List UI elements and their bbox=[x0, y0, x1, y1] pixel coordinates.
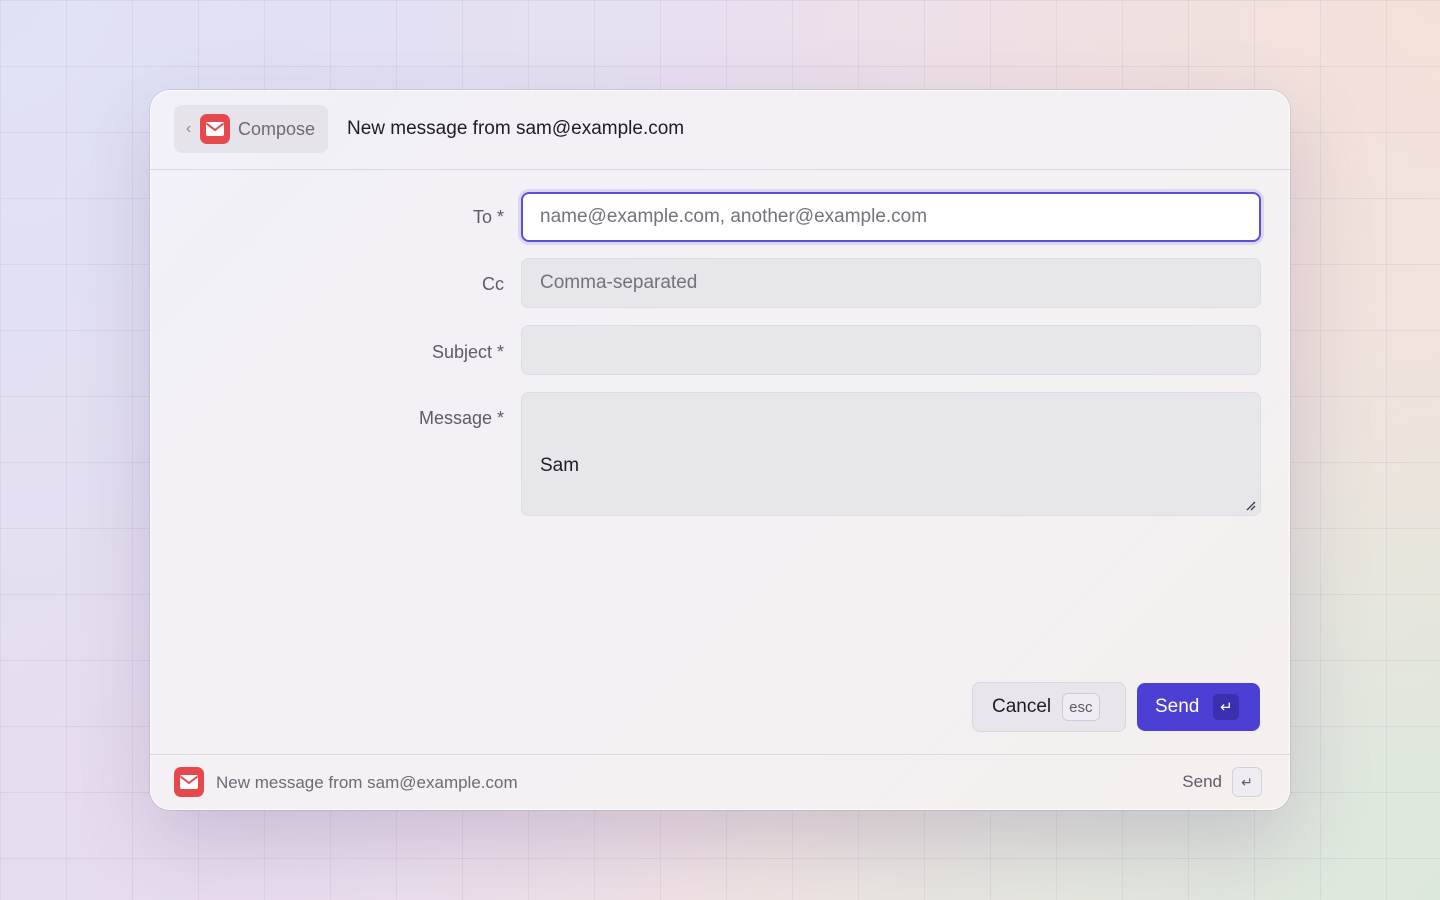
subject-input[interactable] bbox=[521, 325, 1261, 375]
cc-label: Cc bbox=[482, 274, 504, 294]
action-bar-send-button[interactable]: Send ↵ bbox=[1182, 767, 1262, 797]
cc-input[interactable]: Comma-separated bbox=[521, 258, 1261, 308]
action-bar-title: New message from sam@example.com bbox=[216, 773, 518, 792]
to-label: To * bbox=[472, 207, 504, 227]
compose-window: ‹ Compose New message from sam@example.c… bbox=[150, 90, 1290, 810]
to-input-placeholder: name@example.com, another@example.com bbox=[540, 206, 928, 227]
message-text: Sam bbox=[540, 455, 580, 476]
esc-shortcut-badge: esc bbox=[1062, 693, 1100, 721]
to-input[interactable]: name@example.com, another@example.com bbox=[521, 192, 1261, 242]
window-header: ‹ Compose New message from sam@example.c… bbox=[150, 90, 1290, 170]
enter-key-icon: ↵ bbox=[1213, 694, 1240, 720]
mail-icon bbox=[174, 767, 204, 797]
chevron-left-icon: ‹ bbox=[186, 120, 192, 137]
send-button[interactable]: Send ↵ bbox=[1137, 683, 1260, 731]
cancel-button-label: Cancel bbox=[992, 696, 1052, 717]
back-button-label: Compose bbox=[238, 118, 316, 139]
page-title: New message from sam@example.com bbox=[347, 118, 685, 139]
cancel-button[interactable]: Cancel esc bbox=[972, 682, 1126, 732]
action-bar-send-label: Send bbox=[1182, 772, 1222, 791]
cc-input-placeholder: Comma-separated bbox=[540, 272, 698, 293]
send-button-label: Send bbox=[1155, 696, 1200, 717]
back-button[interactable]: ‹ Compose bbox=[174, 105, 328, 153]
subject-label: Subject * bbox=[431, 342, 504, 362]
message-label: Message * bbox=[418, 408, 504, 428]
action-bar: New message from sam@example.com Send ↵ bbox=[150, 754, 1290, 810]
message-textarea[interactable]: Sam bbox=[521, 392, 1261, 516]
mail-icon bbox=[200, 114, 230, 144]
resize-handle-icon[interactable] bbox=[1244, 499, 1256, 511]
enter-key-icon: ↵ bbox=[1232, 767, 1262, 797]
